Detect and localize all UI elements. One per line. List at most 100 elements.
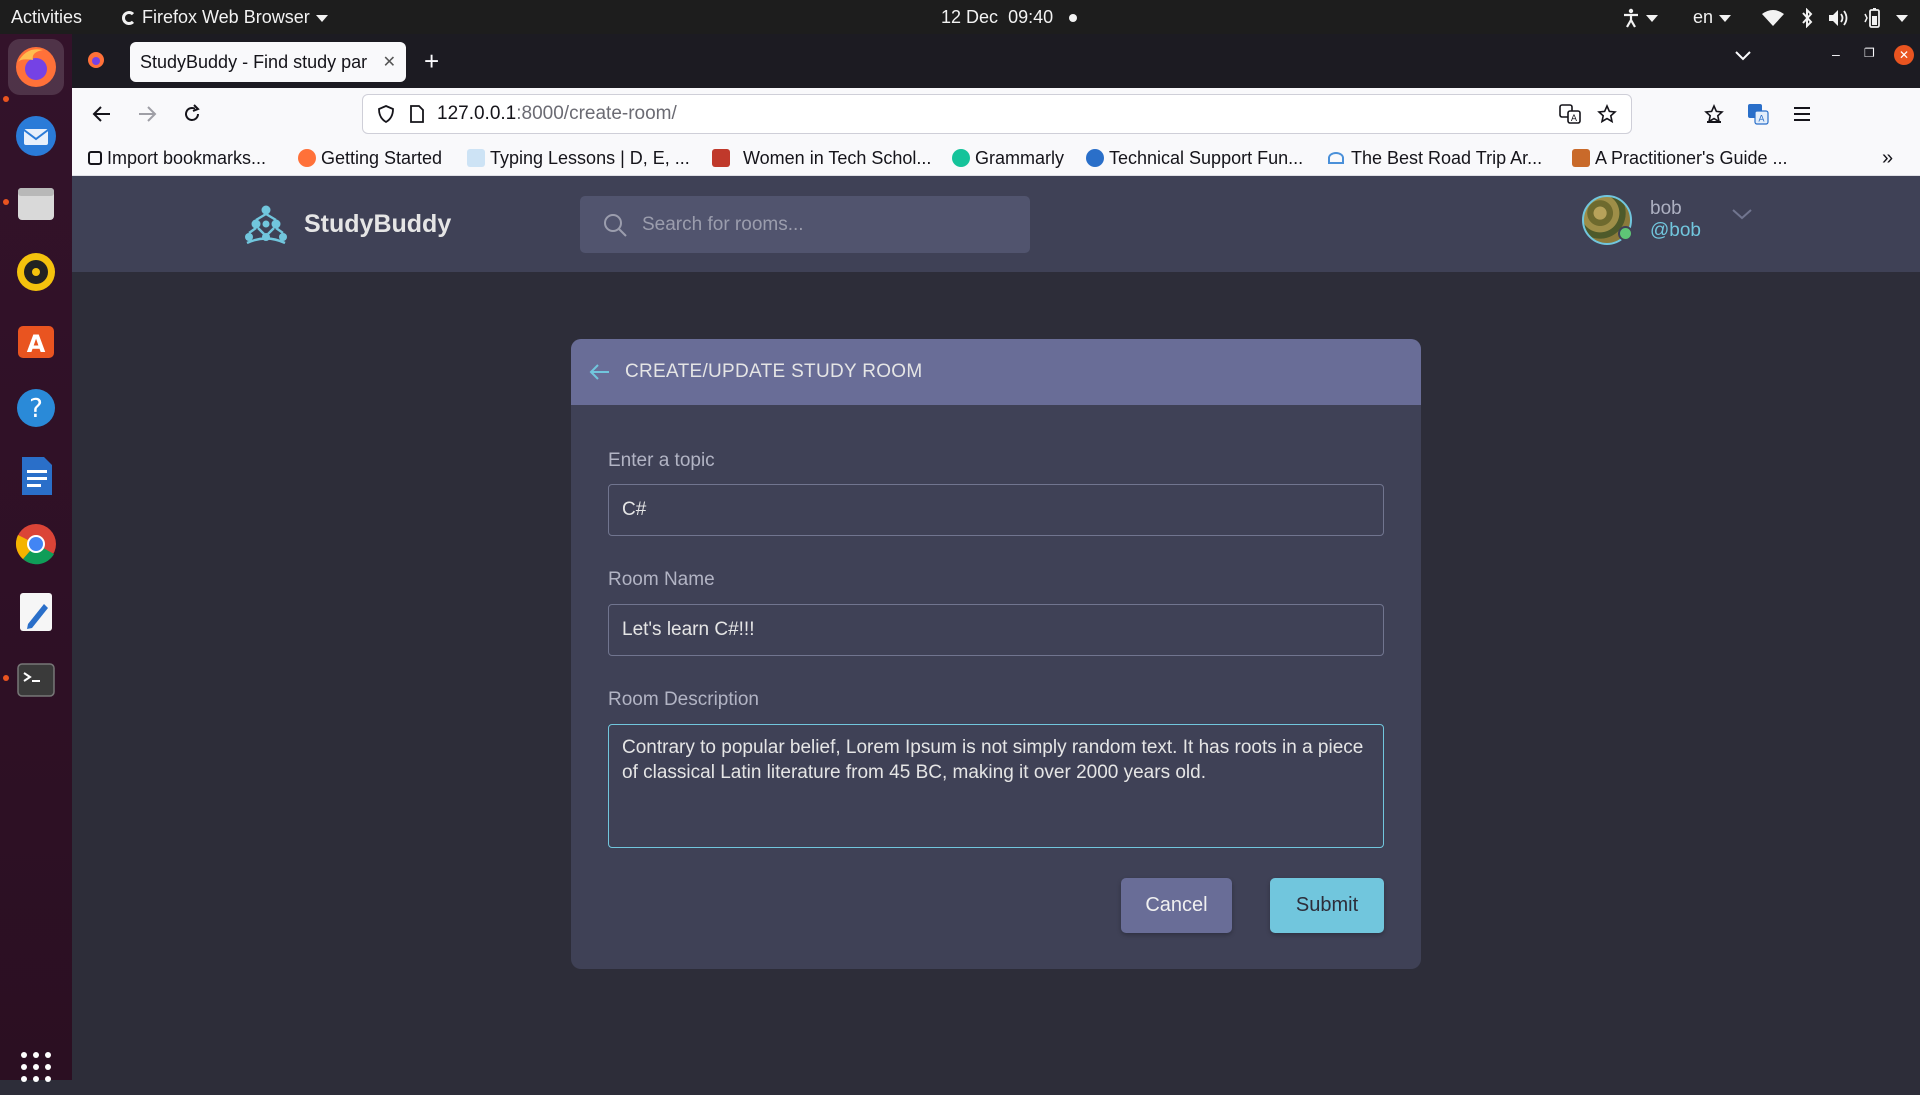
pocket-button[interactable] [1694, 88, 1734, 140]
minimize-button[interactable]: – [1832, 46, 1840, 62]
room-name-label: Room Name [608, 569, 715, 590]
bookmark-getting-started[interactable]: Getting Started [298, 140, 442, 176]
dock-text-editor[interactable] [8, 584, 64, 640]
minimize-icon: – [1832, 46, 1840, 62]
new-tab-button[interactable]: + [424, 46, 439, 77]
navigation-toolbar: 127.0.0.1:8000/create-room/ A A [72, 88, 1920, 140]
card-title: CREATE/UPDATE STUDY ROOM [625, 361, 923, 382]
forward-button[interactable] [127, 88, 167, 140]
more-bookmarks-button[interactable]: » [1882, 140, 1893, 176]
dock-thunderbird[interactable] [8, 108, 64, 164]
chevron-down-icon [1735, 51, 1751, 61]
room-name-input[interactable] [608, 604, 1384, 656]
thunderbird-icon [16, 116, 56, 156]
language-menu[interactable]: en [1693, 0, 1732, 34]
page-icon[interactable] [409, 104, 425, 124]
writer-icon [22, 457, 52, 495]
chevron-down-icon [315, 14, 328, 22]
app-menu-button[interactable] [1782, 88, 1822, 140]
list-all-tabs-button[interactable] [1734, 48, 1752, 67]
avatar[interactable] [1582, 195, 1633, 245]
close-tab-icon[interactable]: ✕ [383, 52, 396, 72]
bookmark-technical-support[interactable]: Technical Support Fun... [1086, 140, 1303, 176]
restore-button[interactable]: ❐ [1864, 46, 1875, 60]
chevron-down-icon [1646, 14, 1658, 22]
translate-icon[interactable]: A [1559, 104, 1581, 124]
svg-text:A: A [1758, 115, 1765, 125]
bookmark-practitioners-guide[interactable]: A Practitioner's Guide ... [1572, 140, 1788, 176]
app-grid-icon [21, 1052, 51, 1082]
clock[interactable]: 12 Dec 09:40 [941, 0, 1078, 34]
search-input[interactable] [642, 213, 1002, 236]
dock-firefox[interactable] [8, 39, 64, 95]
hamburger-menu-icon [1794, 107, 1810, 121]
url-host: 127.0.0.1 [437, 103, 517, 124]
logo-link[interactable]: StudyBuddy [244, 204, 451, 244]
close-icon: ✕ [1898, 48, 1910, 62]
reload-button[interactable] [172, 88, 212, 140]
user-menu[interactable]: bob @bob [1582, 195, 1753, 245]
app-menu[interactable]: Firefox Web Browser [122, 0, 328, 34]
system-menu[interactable] [1762, 0, 1909, 34]
close-window-button[interactable]: ✕ [1894, 45, 1914, 65]
activities-button[interactable]: Activities [11, 0, 82, 34]
tab-studybuddy[interactable]: StudyBuddy - Find study par ✕ [130, 42, 406, 82]
firefox-icon [16, 47, 56, 87]
bookmark-label: Getting Started [321, 147, 443, 168]
software-icon: A [18, 326, 54, 358]
notification-dot-icon [1069, 14, 1078, 23]
app-header: StudyBuddy bob @bob [72, 176, 1920, 272]
room-search[interactable] [580, 196, 1030, 253]
arrow-left-icon[interactable] [589, 363, 611, 381]
accessibility-icon [1624, 9, 1638, 28]
arrow-left-icon [92, 106, 110, 122]
text-editor-icon [20, 593, 52, 631]
studybuddy-logo-icon [245, 205, 287, 244]
dock-software[interactable]: A [8, 312, 64, 368]
brand-name: StudyBuddy [304, 209, 452, 238]
bookmark-grammarly[interactable]: Grammarly [952, 140, 1064, 176]
dock-chrome[interactable] [8, 516, 64, 572]
chevron-down-icon [1719, 14, 1732, 22]
topic-input[interactable] [608, 484, 1384, 536]
tab-title: StudyBuddy - Find study par [140, 51, 368, 72]
back-button[interactable] [82, 88, 122, 140]
cancel-button[interactable]: Cancel [1121, 878, 1232, 933]
chrome-icon [15, 524, 56, 565]
room-description-textarea[interactable]: Contrary to popular belief, Lorem Ipsum … [608, 724, 1384, 848]
svg-text:A: A [27, 330, 46, 358]
firefox-view-button[interactable] [86, 50, 106, 75]
plus-icon: + [424, 46, 440, 76]
wifi-signal-icon [1328, 152, 1344, 164]
firefox-small-icon [122, 11, 136, 26]
shield-icon[interactable] [377, 104, 395, 124]
dock-help[interactable]: ? [8, 380, 64, 436]
submit-button[interactable]: Submit [1270, 878, 1384, 933]
bookmark-typing-lessons[interactable]: Typing Lessons | D, E, ... [467, 140, 690, 176]
bookmark-label: Women in Tech Schol... [743, 147, 932, 168]
arrow-right-icon [139, 106, 157, 122]
bookmark-import[interactable]: Import bookmarks... [88, 140, 266, 176]
bookmark-women-in-tech[interactable]: Women in Tech Schol... [712, 140, 931, 176]
dock-files[interactable] [8, 176, 64, 232]
language-label: en [1693, 7, 1714, 27]
room-description-label: Room Description [608, 689, 759, 710]
dock-rhythmbox[interactable] [8, 244, 64, 300]
show-applications-button[interactable] [8, 1039, 64, 1095]
wifi-icon [1762, 10, 1784, 27]
translate-extension-button[interactable]: A [1738, 88, 1778, 140]
bookmark-road-trip[interactable]: The Best Road Trip Ar... [1328, 140, 1542, 176]
search-icon [604, 213, 627, 237]
running-indicator [3, 675, 9, 681]
restore-icon: ❐ [1864, 46, 1875, 60]
bookmark-star-icon[interactable] [1597, 104, 1617, 124]
accessibility-menu[interactable] [1622, 0, 1658, 34]
dock-terminal[interactable] [8, 652, 64, 708]
user-name: bob [1650, 198, 1682, 219]
dock-writer[interactable] [8, 448, 64, 504]
chevron-down-icon[interactable] [1731, 207, 1753, 221]
url-bar[interactable]: 127.0.0.1:8000/create-room/ A [362, 94, 1632, 134]
clock-date: 12 Dec [941, 7, 999, 27]
card-header: CREATE/UPDATE STUDY ROOM [571, 339, 1421, 405]
svg-text:?: ? [29, 394, 43, 424]
